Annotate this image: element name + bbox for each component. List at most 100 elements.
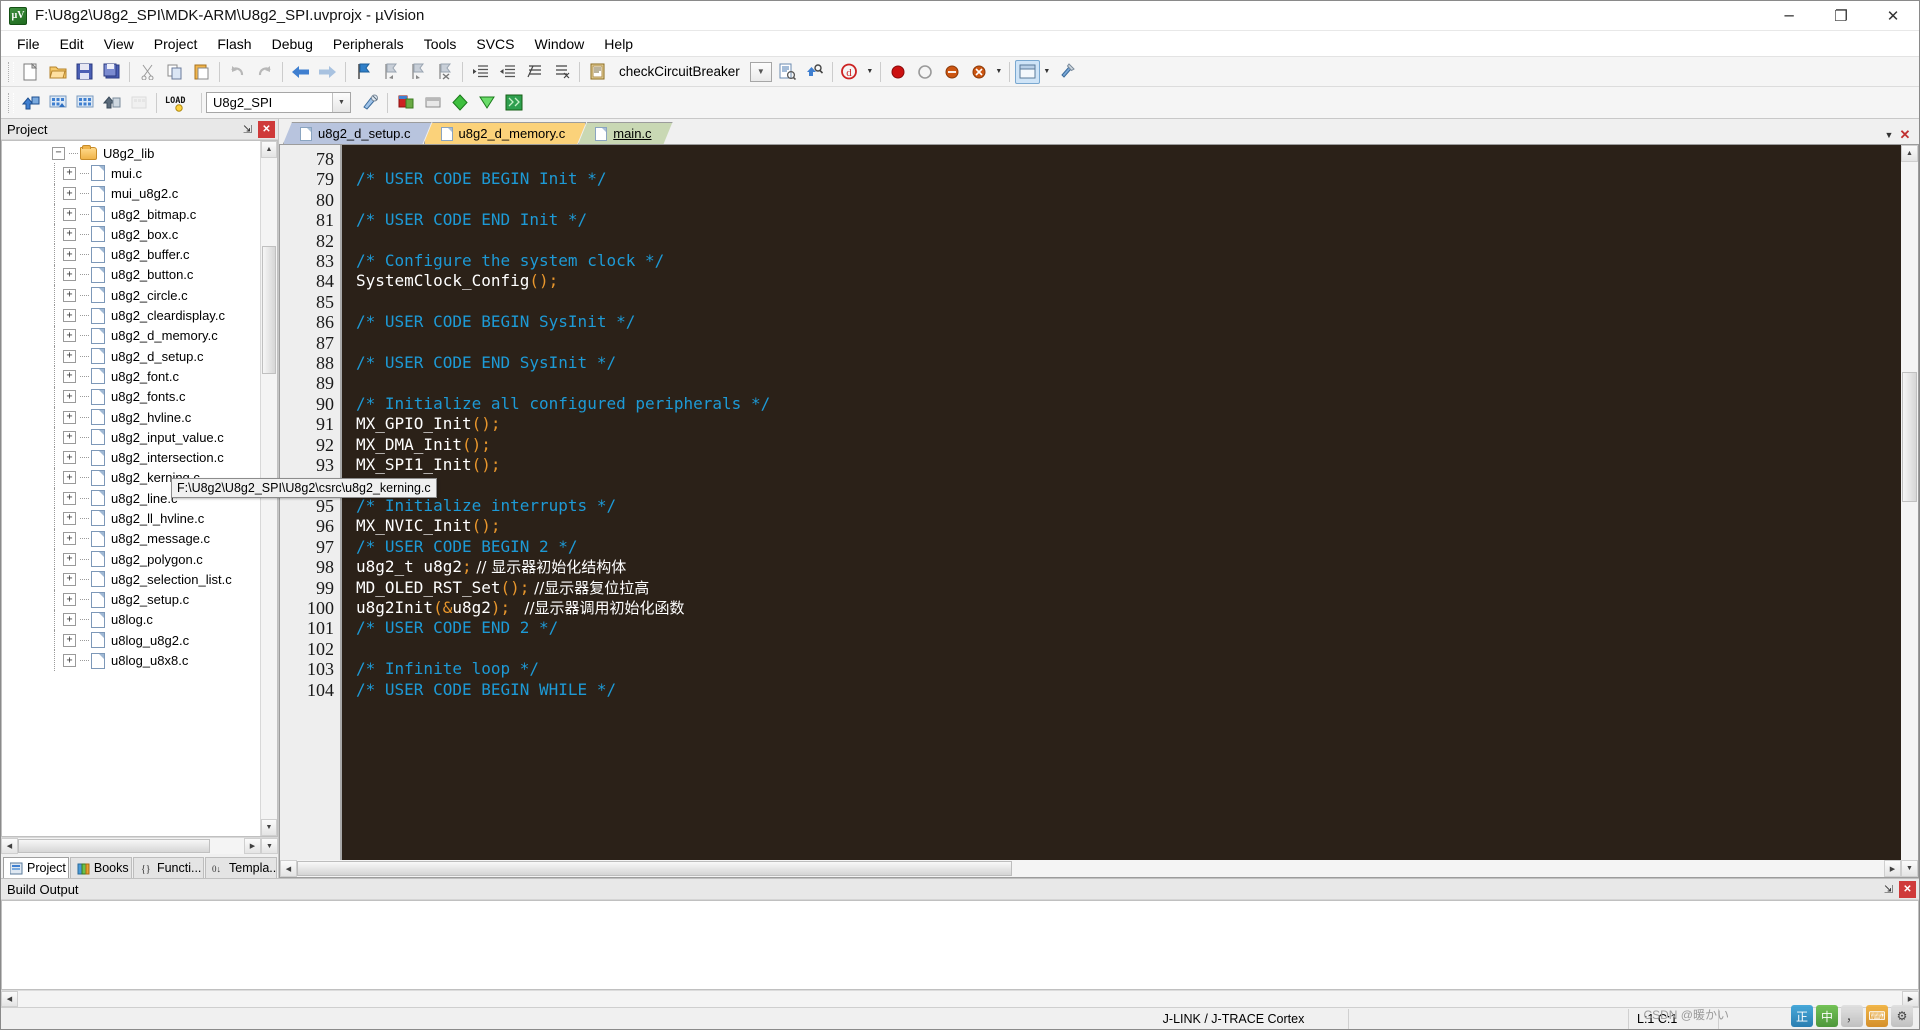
debug-dropdown-arrow[interactable]: ▼ bbox=[864, 60, 876, 84]
menu-window[interactable]: Window bbox=[525, 33, 595, 55]
navigate-forward-icon[interactable] bbox=[315, 60, 340, 84]
tree-node-file[interactable]: +u8g2_circle.c bbox=[2, 285, 260, 305]
hscroll-thumb[interactable] bbox=[18, 839, 210, 853]
breakpoints-dropdown-arrow[interactable]: ▼ bbox=[993, 60, 1005, 84]
expand-expander-icon[interactable]: + bbox=[63, 451, 76, 464]
manage-run-time-env-icon[interactable] bbox=[447, 91, 472, 115]
disable-all-breakpoints-icon[interactable] bbox=[940, 60, 965, 84]
tree-node-file[interactable]: +u8g2_buffer.c bbox=[2, 244, 260, 264]
menu-tools[interactable]: Tools bbox=[414, 33, 467, 55]
tree-node-file[interactable]: +u8g2_bitmap.c bbox=[2, 204, 260, 224]
build-horizontal-scrollbar[interactable]: ◀ ▶ bbox=[1, 990, 1919, 1007]
expand-expander-icon[interactable]: + bbox=[63, 309, 76, 322]
code-line[interactable]: /* USER CODE BEGIN WHILE */ bbox=[356, 680, 1901, 700]
scroll-right-icon[interactable]: ▶ bbox=[1884, 860, 1901, 877]
expand-expander-icon[interactable]: + bbox=[63, 573, 76, 586]
code-line[interactable]: MD_OLED_RST_Set(); //显示器复位拉高 bbox=[356, 578, 1901, 598]
manage-project-items-icon[interactable] bbox=[393, 91, 418, 115]
undo-icon[interactable] bbox=[225, 60, 250, 84]
tree-node-file[interactable]: +mui.c bbox=[2, 163, 260, 183]
code-line[interactable]: /* Initialize interrupts */ bbox=[356, 496, 1901, 516]
code-line[interactable]: /* Infinite loop */ bbox=[356, 659, 1901, 679]
tree-node-file[interactable]: +u8g2_input_value.c bbox=[2, 427, 260, 447]
code-line[interactable] bbox=[356, 333, 1901, 353]
tree-node-file[interactable]: +u8log_u8g2.c bbox=[2, 630, 260, 650]
code-horizontal-scrollbar[interactable]: ◀ ▶ bbox=[280, 860, 1901, 877]
tree-node-file[interactable]: +u8g2_message.c bbox=[2, 529, 260, 549]
disable-breakpoint-icon[interactable] bbox=[913, 60, 938, 84]
hscroll-track[interactable] bbox=[18, 991, 1902, 1007]
expand-expander-icon[interactable]: + bbox=[63, 228, 76, 241]
kill-all-breakpoints-icon[interactable] bbox=[967, 60, 992, 84]
pin-icon[interactable]: ⇲ bbox=[1880, 881, 1897, 898]
close-icon[interactable]: ✕ bbox=[258, 121, 275, 138]
code-line[interactable]: /* Configure the system clock */ bbox=[356, 251, 1901, 271]
expand-expander-icon[interactable]: + bbox=[63, 329, 76, 342]
code-line[interactable] bbox=[356, 476, 1901, 496]
scroll-thumb[interactable] bbox=[1902, 372, 1917, 502]
menu-peripherals[interactable]: Peripherals bbox=[323, 33, 414, 55]
menu-debug[interactable]: Debug bbox=[262, 33, 323, 55]
expand-expander-icon[interactable]: + bbox=[63, 654, 76, 667]
indent-left-icon[interactable] bbox=[495, 60, 520, 84]
maximize-button[interactable]: ❐ bbox=[1815, 1, 1867, 31]
tree-node-file[interactable]: +u8g2_selection_list.c bbox=[2, 569, 260, 589]
scroll-left-icon[interactable]: ◀ bbox=[1, 991, 18, 1007]
batch-build-icon[interactable] bbox=[99, 91, 124, 115]
chevron-down-icon[interactable]: ▼ bbox=[332, 93, 350, 112]
tab-close-icon[interactable]: ✕ bbox=[1897, 126, 1913, 144]
tree-node-file[interactable]: +u8g2_button.c bbox=[2, 265, 260, 285]
hscroll-thumb[interactable] bbox=[297, 861, 1012, 876]
tree-node-file[interactable]: +u8g2_font.c bbox=[2, 366, 260, 386]
code-line[interactable]: SystemClock_Config(); bbox=[356, 271, 1901, 291]
select-software-packs-icon[interactable] bbox=[474, 91, 499, 115]
expand-expander-icon[interactable]: + bbox=[63, 350, 76, 363]
tree-node-file[interactable]: +u8g2_polygon.c bbox=[2, 549, 260, 569]
scroll-left-icon[interactable]: ◀ bbox=[1, 838, 18, 854]
expand-expander-icon[interactable]: + bbox=[63, 532, 76, 545]
ime-keyboard-icon[interactable]: ⌨ bbox=[1866, 1005, 1888, 1027]
tree-horizontal-scrollbar[interactable]: ◀ ▶ ▼ bbox=[1, 837, 278, 854]
expand-expander-icon[interactable]: + bbox=[63, 471, 76, 484]
menu-project[interactable]: Project bbox=[144, 33, 208, 55]
tree-node-file[interactable]: +u8log.c bbox=[2, 610, 260, 630]
code-line[interactable]: /* USER CODE END 2 */ bbox=[356, 618, 1901, 638]
expand-expander-icon[interactable]: + bbox=[63, 593, 76, 606]
expand-expander-icon[interactable]: + bbox=[63, 208, 76, 221]
find-in-files-icon[interactable] bbox=[802, 60, 827, 84]
collapse-expander-icon[interactable]: − bbox=[52, 147, 65, 160]
save-all-icon[interactable] bbox=[99, 60, 124, 84]
navigate-back-icon[interactable] bbox=[288, 60, 313, 84]
paste-icon[interactable] bbox=[189, 60, 214, 84]
tree-node-file[interactable]: +u8g2_hvline.c bbox=[2, 407, 260, 427]
cut-icon[interactable] bbox=[135, 60, 160, 84]
tab-list-icon[interactable]: ▼ bbox=[1881, 126, 1897, 144]
download-icon[interactable]: LOAD bbox=[162, 91, 196, 115]
tree-node-file[interactable]: +u8g2_d_memory.c bbox=[2, 326, 260, 346]
hscroll-track[interactable] bbox=[297, 860, 1884, 877]
tree-node-file[interactable]: +u8g2_ll_hvline.c bbox=[2, 508, 260, 528]
scroll-up-icon[interactable]: ▲ bbox=[261, 141, 277, 158]
tree-node-file[interactable]: +u8g2_fonts.c bbox=[2, 387, 260, 407]
expand-expander-icon[interactable]: + bbox=[63, 553, 76, 566]
menu-view[interactable]: View bbox=[94, 33, 144, 55]
insert-breakpoint-icon[interactable] bbox=[886, 60, 911, 84]
pack-installer-icon[interactable] bbox=[420, 91, 445, 115]
bookmark-clear-icon[interactable] bbox=[432, 60, 457, 84]
code-line[interactable]: u8g2Init(&u8g2); //显示器调用初始化函数 bbox=[356, 598, 1901, 618]
code-line[interactable]: /* USER CODE BEGIN SysInit */ bbox=[356, 312, 1901, 332]
menu-help[interactable]: Help bbox=[594, 33, 643, 55]
menu-file[interactable]: File bbox=[7, 33, 50, 55]
code-line[interactable]: /* Initialize all configured peripherals… bbox=[356, 394, 1901, 414]
menu-flash[interactable]: Flash bbox=[207, 33, 261, 55]
open-file-icon[interactable] bbox=[45, 60, 70, 84]
code-line[interactable] bbox=[356, 373, 1901, 393]
tree-node-file[interactable]: +u8log_u8x8.c bbox=[2, 650, 260, 670]
new-file-icon[interactable] bbox=[18, 60, 43, 84]
expand-expander-icon[interactable]: + bbox=[63, 634, 76, 647]
scroll-thumb[interactable] bbox=[262, 246, 276, 374]
editor-tab-u8g2-d-memory[interactable]: u8g2_d_memory.c bbox=[424, 122, 587, 144]
panel-tab-functions[interactable]: {} Functi... bbox=[133, 857, 204, 878]
build-icon[interactable] bbox=[18, 91, 43, 115]
configuration-wizard-icon[interactable] bbox=[1015, 60, 1040, 84]
